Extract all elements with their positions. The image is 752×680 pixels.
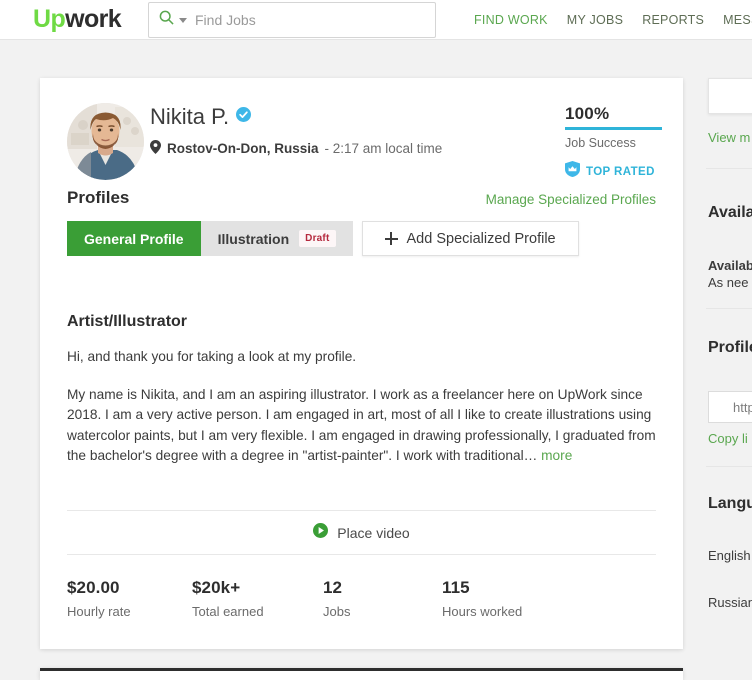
- plus-icon: [384, 232, 398, 245]
- add-specialized-profile-button[interactable]: Add Specialized Profile: [361, 221, 579, 256]
- play-circle-icon: [313, 522, 329, 543]
- stat-total-earned-label: Total earned: [192, 604, 264, 619]
- profile-link-heading: Profile: [708, 339, 752, 356]
- profile-header: Nikita P. Rostov-On-Don, Russia - 2:17 a…: [40, 78, 683, 188]
- nav-links: FIND WORK MY JOBS REPORTS MESSAGES: [474, 0, 752, 40]
- logo-up-text: Up: [33, 5, 66, 33]
- upwork-logo[interactable]: Upwork: [33, 5, 122, 33]
- profiles-section: Profiles Manage Specialized Profiles Gen…: [40, 188, 683, 283]
- nav-item-messages[interactable]: MESSAGES: [723, 13, 752, 27]
- status-badge: TOP RATED: [565, 161, 685, 182]
- stats-row: $20.00 Hourly rate $20k+ Total earned 12…: [67, 578, 656, 619]
- manage-specialized-profiles-link[interactable]: Manage Specialized Profiles: [486, 192, 656, 207]
- bio-section: Artist/Illustrator Hi, and thank you for…: [40, 313, 683, 467]
- availability-value: Availab: [708, 258, 752, 273]
- local-time-text: - 2:17 am local time: [324, 141, 443, 156]
- stat-total-earned-value: $20k+: [192, 578, 241, 597]
- language-english: English: [708, 548, 751, 563]
- draft-badge: Draft: [299, 230, 336, 247]
- verified-check-icon: [236, 107, 252, 127]
- stat-total-earned: $20k+ Total earned: [192, 578, 323, 619]
- bio-more-link[interactable]: more: [541, 448, 572, 463]
- nav-item-reports[interactable]: REPORTS: [642, 13, 704, 27]
- location-row: Rostov-On-Don, Russia - 2:17 am local ti…: [150, 140, 442, 157]
- name-row: Nikita P.: [150, 104, 252, 130]
- availability-heading: Availa: [708, 204, 752, 221]
- tab-general-profile-label: General Profile: [84, 230, 184, 247]
- add-specialized-profile-label: Add Specialized Profile: [406, 230, 556, 247]
- place-video-label: Place video: [337, 524, 410, 541]
- languages-heading: Langu: [708, 495, 752, 512]
- sidebar-top-card[interactable]: [708, 78, 752, 114]
- view-more-link[interactable]: View m: [708, 130, 750, 145]
- nav-item-my-jobs[interactable]: MY JOBS: [567, 13, 623, 27]
- next-section-card: [40, 668, 683, 680]
- stat-hourly-rate-value: $20.00: [67, 578, 120, 597]
- sidebar-divider-2: [706, 308, 752, 309]
- profile-tabs: General Profile Illustration Draft Add S…: [67, 221, 579, 256]
- stat-jobs: 12 Jobs: [323, 578, 442, 619]
- chevron-down-icon[interactable]: [179, 17, 187, 23]
- language-russian: Russian: [708, 595, 752, 610]
- nav-item-find-work[interactable]: FIND WORK: [474, 13, 548, 27]
- profile-card: Nikita P. Rostov-On-Don, Russia - 2:17 a…: [40, 78, 683, 649]
- stat-hours-worked-label: Hours worked: [442, 604, 523, 619]
- place-video-row[interactable]: Place video: [67, 510, 656, 555]
- stat-hours-worked-value: 115: [442, 578, 470, 597]
- sidebar-divider-3: [706, 466, 752, 467]
- tab-illustration[interactable]: Illustration Draft: [200, 221, 353, 256]
- bio-paragraph-1: Hi, and thank you for taking a look at m…: [67, 349, 357, 364]
- job-success-bar: [565, 127, 662, 130]
- search-icon: [159, 10, 174, 30]
- top-rated-label: TOP RATED: [586, 165, 655, 178]
- stat-hours-worked: 115 Hours worked: [442, 578, 522, 619]
- bio-paragraph-2: My name is Nikita, and I am an aspiring …: [67, 385, 656, 467]
- sidebar-divider-1: [706, 168, 752, 169]
- logo-work-text: work: [65, 5, 122, 33]
- availability-detail: As nee: [708, 275, 749, 290]
- bio-title: Artist/Illustrator: [67, 313, 188, 330]
- location-pin-icon: [150, 140, 161, 157]
- job-success-percent: 100%: [565, 104, 610, 123]
- avatar[interactable]: [67, 103, 144, 180]
- search-input-placeholder: Find Jobs: [195, 12, 256, 28]
- stat-jobs-label: Jobs: [323, 604, 351, 619]
- search-box[interactable]: Find Jobs: [148, 2, 436, 38]
- stat-hourly-rate: $20.00 Hourly rate: [67, 578, 192, 619]
- page-title: Nikita P.: [150, 104, 230, 129]
- stat-hourly-rate-label: Hourly rate: [67, 604, 131, 619]
- location-text: Rostov-On-Don, Russia: [167, 141, 319, 156]
- copy-link-button[interactable]: Copy li: [708, 431, 748, 446]
- tab-general-profile[interactable]: General Profile: [67, 221, 201, 256]
- stat-jobs-value: 12: [323, 578, 343, 597]
- top-rated-shield-icon: [565, 161, 580, 182]
- top-navigation-bar: Upwork Find Jobs FIND WORK MY JOBS REPOR…: [0, 0, 752, 40]
- job-success-label: Job Success: [565, 136, 636, 150]
- profiles-heading: Profiles: [67, 188, 130, 207]
- job-success-block: 100% Job Success TOP RATED: [565, 104, 685, 182]
- tab-illustration-label: Illustration: [217, 230, 290, 247]
- profile-link-input[interactable]: http: [708, 391, 752, 423]
